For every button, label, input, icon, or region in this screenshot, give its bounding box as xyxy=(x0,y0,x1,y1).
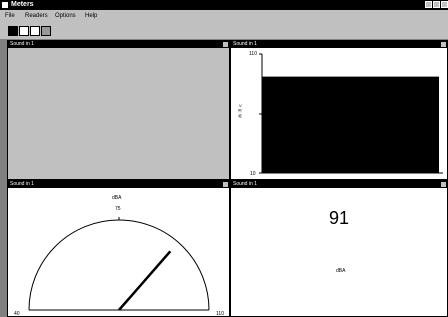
pane-header: Sound in 1 xyxy=(8,181,229,188)
menu-options[interactable]: Options xyxy=(55,10,76,23)
view-button-4[interactable] xyxy=(41,26,51,36)
pane-bottom-left: Sound in 1 dBA 75 40 110 xyxy=(7,180,230,317)
y-axis-label: > u: w xyxy=(236,104,243,118)
left-bar xyxy=(0,40,7,317)
gauge-min-label: 40 xyxy=(14,311,20,317)
pane-title: Sound in 1 xyxy=(233,41,257,47)
pane-top-left: Sound in 1 xyxy=(7,40,230,180)
maximize-button[interactable] xyxy=(433,1,440,8)
y-min-label: 10 xyxy=(250,171,256,177)
menu-bar: File Readers Options Help xyxy=(0,10,448,23)
pane-bottom-right: Sound in 1 91 dBA xyxy=(230,180,448,317)
gauge-arc xyxy=(28,219,210,311)
pane-title: Sound in 1 xyxy=(10,181,34,187)
view-button-1[interactable] xyxy=(8,26,18,36)
gauge-unit: dBA xyxy=(112,195,122,201)
menu-help[interactable]: Help xyxy=(85,10,97,23)
pane-header: Sound in 1 xyxy=(231,41,447,48)
view-button-2[interactable] xyxy=(19,26,29,36)
pane-title: Sound in 1 xyxy=(10,41,34,47)
pane-body: 91 dBA xyxy=(231,188,447,316)
pane-close-button[interactable] xyxy=(441,182,446,187)
y-max-label: 110 xyxy=(249,51,257,57)
pane-title: Sound in 1 xyxy=(233,181,257,187)
pane-close-button[interactable] xyxy=(223,42,228,47)
toolbar xyxy=(0,23,448,40)
pane-header: Sound in 1 xyxy=(8,41,229,48)
view-button-3[interactable] xyxy=(30,26,40,36)
pane-body: 110 10 > u: w xyxy=(231,48,447,179)
menu-file[interactable]: File xyxy=(5,10,15,23)
value-bar xyxy=(262,76,439,173)
pane-body: dBA 75 40 110 xyxy=(8,188,229,316)
digital-unit: dBA xyxy=(336,268,346,274)
pane-body xyxy=(8,48,229,179)
gauge-mid-label: 75 xyxy=(115,206,121,212)
minimize-button[interactable] xyxy=(425,1,432,8)
title-bar: Meters xyxy=(0,0,448,10)
close-button[interactable] xyxy=(441,1,448,8)
pane-close-button[interactable] xyxy=(223,182,228,187)
window-title: Meters xyxy=(11,1,34,8)
pane-top-right: Sound in 1 110 10 > u: w xyxy=(230,40,448,180)
pane-close-button[interactable] xyxy=(441,42,446,47)
pane-header: Sound in 1 xyxy=(231,181,447,188)
gauge-max-label: 110 xyxy=(216,311,224,317)
app-icon xyxy=(2,2,8,8)
menu-readers[interactable]: Readers xyxy=(25,10,48,23)
digital-readout: 91 xyxy=(329,208,350,228)
gauge-needle xyxy=(118,250,172,311)
